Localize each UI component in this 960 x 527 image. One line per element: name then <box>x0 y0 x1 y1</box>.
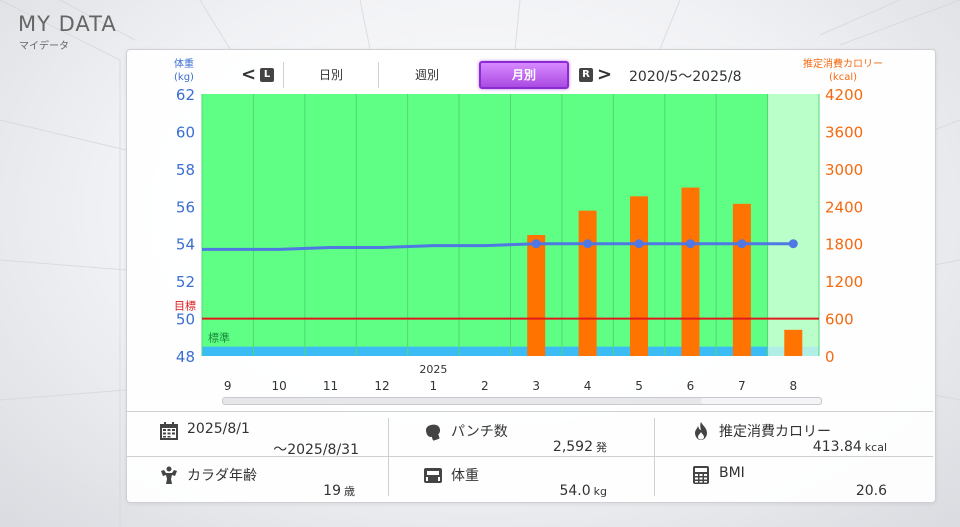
weight-point <box>531 239 541 249</box>
month-tick-label: 4 <box>584 379 592 393</box>
month-tick-label: 5 <box>635 379 643 393</box>
stat-punches: パンチ数 2,592 発 <box>423 419 607 457</box>
weight-axis-tick: 56 <box>176 198 195 216</box>
bmi-label: BMI <box>719 465 745 481</box>
stat-bmi: BMI 20.6 <box>691 463 887 501</box>
weight-axis-tick: 54 <box>176 236 195 254</box>
weight-point <box>788 239 798 249</box>
body-age-value: 19 <box>323 483 341 499</box>
month-tick-label: 11 <box>323 379 338 393</box>
calorie-bar <box>784 329 803 356</box>
calories-label: 推定消費カロリー <box>719 424 831 440</box>
bmi-value: 20.6 <box>855 483 887 499</box>
calorie-bar <box>681 187 700 356</box>
weight-point <box>737 239 747 249</box>
weight-point <box>634 239 644 249</box>
calendar-icon <box>160 422 178 440</box>
weight-point <box>583 239 593 249</box>
punches-unit: 発 <box>596 441 607 454</box>
calorie-axis-tick: 0 <box>825 348 835 366</box>
month-tick-label: 7 <box>738 379 746 393</box>
punches-label: パンチ数 <box>451 424 508 440</box>
month-tick-label: 8 <box>789 379 797 393</box>
calorie-axis-tick: 600 <box>825 311 854 329</box>
weight-axis-tick: 48 <box>176 348 195 366</box>
normal-band-label: 標準 <box>208 331 230 345</box>
weight-value-row: 54.0 kg <box>559 483 607 499</box>
stat-body-age: カラダ年齢 19 歳 <box>159 463 355 501</box>
stat-calories: 推定消費カロリー 413.84 kcal <box>691 419 887 457</box>
scale-icon <box>424 468 442 483</box>
punches-value: 2,592 <box>552 439 593 455</box>
current-period-highlight <box>767 94 819 356</box>
weight-axis-tick: 58 <box>176 161 195 179</box>
calorie-bar <box>578 210 597 356</box>
weight-axis-tick: 60 <box>176 123 195 141</box>
calories-value-row: 413.84 kcal <box>813 439 887 455</box>
calorie-axis-tick: 1800 <box>825 236 863 254</box>
calorie-bar <box>630 196 649 356</box>
month-tick-label: 2 <box>481 379 489 393</box>
weight-axis-tick: 50 <box>176 311 195 329</box>
weight-axis-tick: 62 <box>176 86 195 104</box>
weight-unit: kg <box>593 485 607 498</box>
year-label: 2025 <box>419 363 447 376</box>
calorie-axis-tick: 2400 <box>825 198 863 216</box>
calorie-bar <box>732 203 751 356</box>
month-tick-label: 10 <box>271 379 286 393</box>
stats-top-divider <box>127 411 933 412</box>
app-subtitle: マイデータ <box>19 41 69 52</box>
calorie-bar <box>527 234 546 356</box>
calorie-axis-tick: 3600 <box>825 123 863 141</box>
weight-label: 体重 <box>451 468 479 484</box>
punches-value-row: 2,592 発 <box>553 439 607 455</box>
body-age-label: カラダ年齢 <box>187 468 257 484</box>
month-tick-label: 1 <box>430 379 438 393</box>
calories-unit: kcal <box>864 441 887 454</box>
weight-value: 54.0 <box>559 483 591 499</box>
chart-scrollbar-thumb[interactable] <box>701 398 821 404</box>
stat-weight: 体重 54.0 kg <box>423 463 607 501</box>
stat-period: 2025/8/1 〜2025/8/31 <box>159 419 399 458</box>
weight-axis-tick: 52 <box>176 273 195 291</box>
period-start: 2025/8/1 <box>187 421 250 437</box>
body-age-unit: 歳 <box>344 485 355 498</box>
calorie-axis-tick: 3000 <box>825 161 863 179</box>
calorie-axis-tick: 1200 <box>825 273 863 291</box>
month-tick-label: 9 <box>224 379 232 393</box>
month-tick-label: 3 <box>532 379 540 393</box>
flame-icon <box>695 422 707 440</box>
weight-point <box>685 239 695 249</box>
stats-divider-right <box>654 418 655 496</box>
data-panel: 体重 (kg) < L 日別 週別 月別 R > 2020/5〜2025/8 推… <box>126 49 936 503</box>
calculator-icon <box>693 466 709 484</box>
app-title: MY DATA <box>18 12 117 36</box>
period-end: 〜2025/8/31 <box>273 442 359 458</box>
month-tick-label: 6 <box>687 379 695 393</box>
body-age-value-row: 19 歳 <box>323 483 355 499</box>
muscle-body-icon <box>161 466 177 484</box>
boxing-glove-icon <box>426 424 441 441</box>
calories-value: 413.84 <box>812 439 862 455</box>
chart-scrollbar[interactable] <box>222 397 822 405</box>
month-tick-label: 12 <box>374 379 389 393</box>
monthly-chart: 標準目標626058565452504842003600300024001800… <box>174 86 863 393</box>
calorie-axis-tick: 4200 <box>825 86 863 104</box>
